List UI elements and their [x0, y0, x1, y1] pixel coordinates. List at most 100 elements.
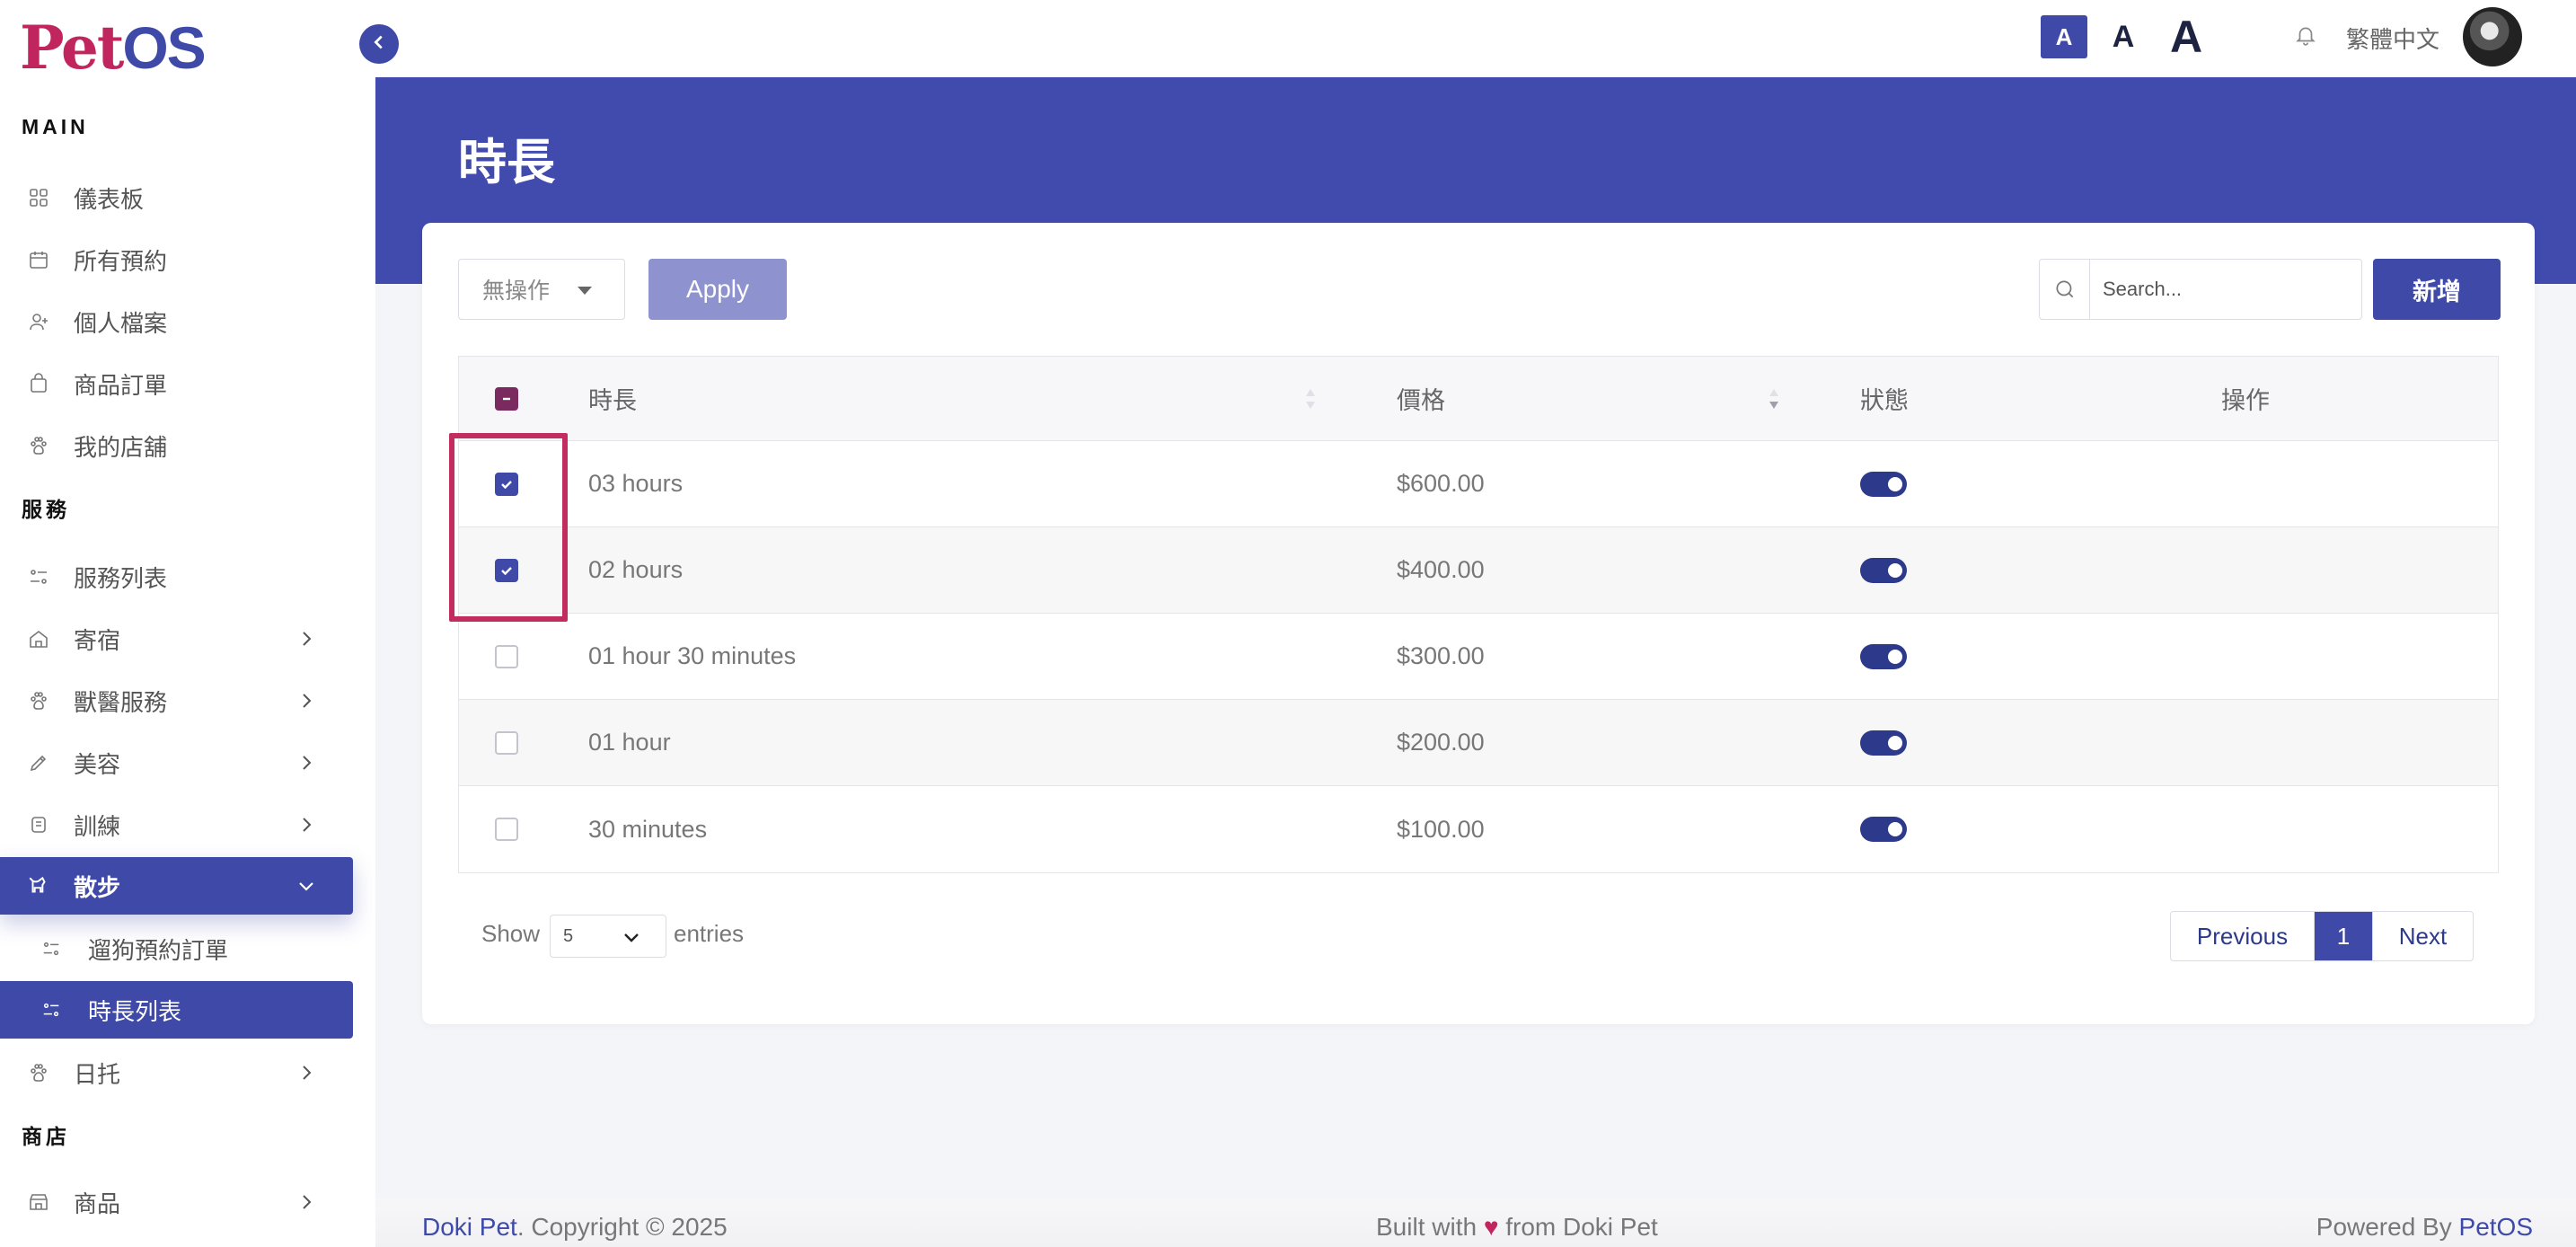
sidebar-item-my-store[interactable]: 我的店舖 — [0, 417, 353, 474]
page-title: 時長 — [458, 136, 555, 190]
footer-petos-link[interactable]: PetOS — [2459, 1213, 2533, 1241]
caret-down-icon — [578, 287, 592, 295]
status-toggle[interactable] — [1860, 817, 1907, 842]
chevron-right-icon — [296, 1191, 317, 1213]
sidebar-item-label: 美容 — [74, 750, 121, 778]
duration-cell: 03 hours — [588, 470, 684, 497]
font-size-medium-button[interactable]: A — [2100, 15, 2147, 58]
sidebar-item-dashboard[interactable]: 儀表板 — [0, 169, 353, 226]
status-toggle[interactable] — [1860, 730, 1907, 756]
chevron-down-icon — [621, 926, 642, 948]
table-row: 03 hours $600.00 — [459, 441, 2498, 527]
bulk-action-value: 無操作 — [482, 279, 551, 304]
sidebar-item-appointments[interactable]: 所有預約 — [0, 231, 353, 288]
search-input[interactable] — [2090, 260, 2361, 319]
column-header-action: 操作 — [2221, 387, 2270, 414]
section-label-main: MAIN — [22, 115, 89, 138]
table-header-row: 時長 價格 狀態 操作 — [459, 357, 2498, 441]
search-icon — [2040, 260, 2090, 319]
medal-icon — [27, 813, 50, 836]
duration-cell: 01 hour 30 minutes — [588, 642, 797, 669]
select-all-checkbox[interactable] — [495, 386, 518, 411]
footer-copyright: Doki Pet. Copyright © 2025 — [422, 1213, 728, 1241]
column-header-price[interactable]: 價格 — [1397, 357, 1445, 440]
avatar[interactable] — [2463, 7, 2522, 66]
entries-label: entries — [674, 920, 745, 947]
paw-icon — [27, 1061, 50, 1084]
sidebar-item-label: 散步 — [74, 873, 121, 901]
price-cell: $200.00 — [1397, 729, 1485, 756]
logo[interactable]: PetOS — [20, 13, 207, 83]
chevron-down-icon — [296, 875, 317, 897]
list-toggle-icon — [40, 937, 63, 960]
sidebar-item-walking[interactable]: 散步 — [0, 857, 353, 915]
status-toggle[interactable] — [1860, 471, 1907, 497]
sidebar-item-label: 所有預約 — [74, 247, 168, 275]
sidebar-item-label: 時長列表 — [88, 997, 182, 1025]
next-page-button[interactable]: Next — [2372, 912, 2473, 960]
sidebar-item-training[interactable]: 訓練 — [0, 796, 353, 853]
heart-icon: ♥ — [1483, 1213, 1499, 1241]
font-size-large-button[interactable]: A — [2159, 11, 2213, 63]
paw-icon — [27, 434, 50, 457]
sidebar-item-label: 個人檔案 — [74, 309, 168, 337]
sidebar-item-orders[interactable]: 商品訂單 — [0, 355, 353, 412]
sidebar-collapse-button[interactable] — [359, 24, 399, 64]
top-header: A A A 繁體中文 — [375, 0, 2576, 77]
sidebar-item-label: 服務列表 — [74, 564, 168, 592]
sidebar-item-label: 遛狗預約訂單 — [88, 936, 229, 964]
sidebar-item-products[interactable]: 商品 — [0, 1173, 353, 1231]
price-cell: $600.00 — [1397, 470, 1485, 497]
bell-icon[interactable] — [2294, 22, 2319, 50]
row-checkbox[interactable] — [495, 644, 518, 668]
list-toggle-icon — [40, 998, 63, 1021]
sidebar-item-duration-list[interactable]: 時長列表 — [0, 981, 353, 1039]
table-row: 02 hours $400.00 — [459, 527, 2498, 614]
sidebar-item-boarding[interactable]: 寄宿 — [0, 610, 353, 668]
sidebar: PetOS MAIN 儀表板 所有預約 個人檔案 商品訂單 我的店舖 服務 服務… — [0, 0, 375, 1247]
sidebar-item-daycare[interactable]: 日托 — [0, 1044, 353, 1101]
chevron-right-icon — [296, 628, 317, 650]
dog-icon — [27, 874, 50, 898]
apply-button[interactable]: Apply — [648, 259, 787, 320]
language-selector[interactable]: 繁體中文 — [2346, 22, 2439, 55]
sidebar-item-label: 商品 — [74, 1190, 121, 1217]
sidebar-item-grooming[interactable]: 美容 — [0, 734, 353, 792]
search-box — [2039, 259, 2362, 320]
sidebar-item-label: 訓練 — [74, 812, 121, 840]
footer-powered-by: Powered By PetOS — [2316, 1213, 2533, 1241]
entries-per-page-select[interactable]: 5 — [550, 915, 666, 958]
previous-page-button[interactable]: Previous — [2171, 912, 2315, 960]
selection-highlight-box — [449, 433, 568, 622]
logo-pet-text: Pet — [20, 13, 124, 83]
sidebar-item-label: 儀表板 — [74, 185, 145, 213]
home-icon — [27, 627, 50, 650]
sidebar-item-profile[interactable]: 個人檔案 — [0, 293, 353, 350]
sidebar-item-label: 寄宿 — [74, 626, 121, 654]
status-toggle[interactable] — [1860, 557, 1907, 583]
row-checkbox[interactable] — [495, 818, 518, 841]
status-toggle[interactable] — [1860, 643, 1907, 669]
footer-brand-link[interactable]: Doki Pet — [422, 1213, 517, 1241]
pen-icon — [27, 751, 50, 774]
sidebar-item-vet[interactable]: 獸醫服務 — [0, 672, 353, 730]
font-size-small-button[interactable]: A — [2041, 15, 2087, 58]
sidebar-item-label: 我的店舖 — [74, 433, 168, 461]
sort-icon[interactable] — [1303, 385, 1318, 412]
chevron-right-icon — [296, 1062, 317, 1083]
sort-icon[interactable] — [1767, 385, 1781, 412]
column-header-duration[interactable]: 時長 — [588, 357, 637, 440]
sidebar-item-service-list[interactable]: 服務列表 — [0, 548, 353, 606]
add-button[interactable]: 新增 — [2373, 259, 2501, 320]
section-label-shop: 商店 — [22, 1125, 70, 1148]
bulk-action-select[interactable]: 無操作 — [458, 259, 625, 320]
list-toggle-icon — [27, 565, 50, 588]
logo-os-text: OS — [122, 14, 206, 81]
duration-table: 時長 價格 狀態 操作 03 hours $600.00 02 hours $4… — [458, 356, 2499, 873]
row-checkbox[interactable] — [495, 730, 518, 755]
sidebar-item-walk-orders[interactable]: 遛狗預約訂單 — [0, 920, 353, 977]
sidebar-item-label: 商品訂單 — [74, 371, 168, 399]
chevron-left-icon — [369, 32, 389, 57]
pagination: Previous 1 Next — [2170, 911, 2474, 961]
page-1-button[interactable]: 1 — [2315, 912, 2372, 960]
